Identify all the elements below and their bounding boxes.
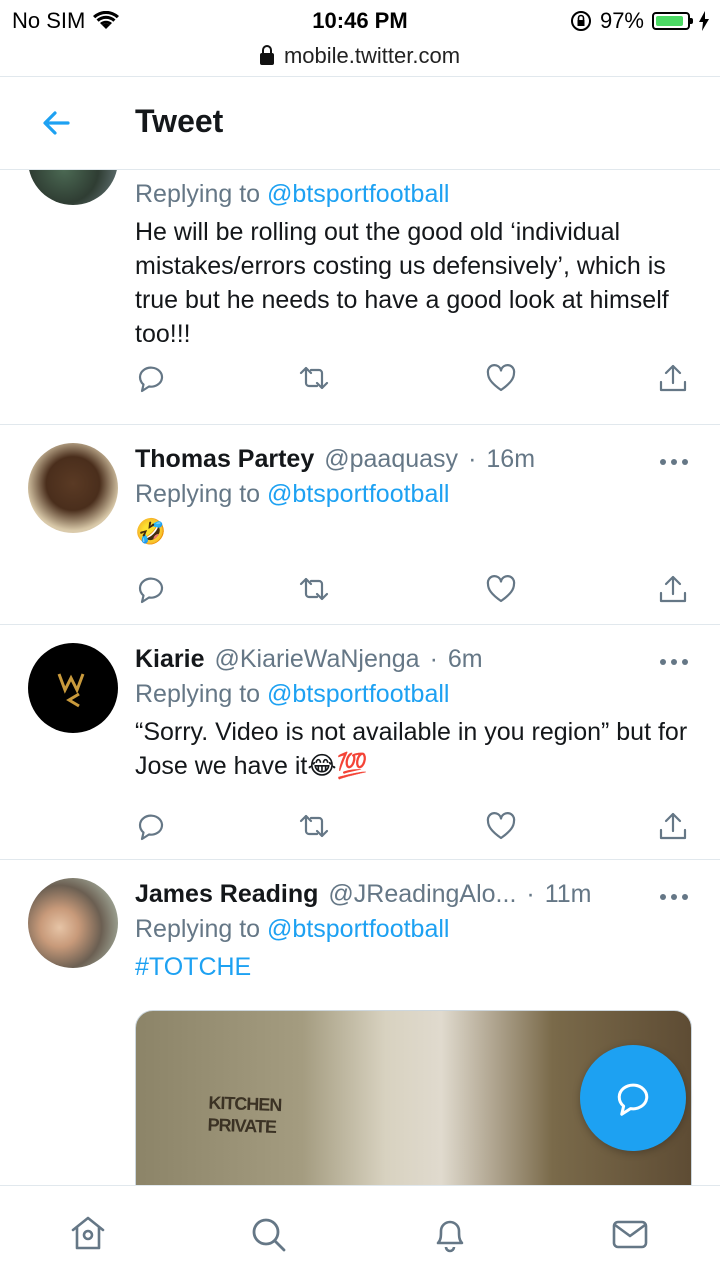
tweet-body: Thomas Partey @paaquasy · 16m Replying t… [135,445,688,549]
charging-icon [699,11,709,31]
separator-dot: · [526,880,535,908]
tweet-body: James Reading @JReadingAlo... · 11m Repl… [135,880,688,984]
tweet-item[interactable]: Kiarie @KiarieWaNjenga · 6m Replying to … [0,625,720,860]
separator-dot: · [468,445,477,473]
replying-to: Replying to @btsportfootball [135,915,688,944]
tweet-header: James Reading @JReadingAlo... · 11m [135,880,688,909]
replying-prefix: Replying to [135,915,261,943]
replying-prefix: Replying to [135,180,261,208]
more-options-icon[interactable] [658,892,690,902]
battery-fill [656,16,684,26]
avatar[interactable] [28,643,118,733]
url-text: mobile.twitter.com [283,43,461,68]
reply-icon[interactable] [135,362,167,394]
tweet-header: Kiarie @KiarieWaNjenga · 6m [135,645,688,674]
user-handle[interactable]: @KiarieWaNjenga [214,645,419,674]
heart-icon[interactable] [485,573,517,605]
more-options-icon[interactable] [658,657,690,667]
notifications-icon[interactable] [430,1214,470,1254]
tweet-body: Kiarie @KiarieWaNjenga · 6m Replying to … [135,645,688,783]
replying-to: Replying to @btsportfootball [135,680,688,709]
tweet-time[interactable]: 6m [448,645,483,674]
retweet-icon[interactable] [298,573,330,605]
lock-icon [259,45,274,65]
tweet-item[interactable]: Replying to @btsportfootball He will be … [0,170,720,425]
bottom-tab-bar [0,1185,720,1280]
browser-url-bar[interactable]: mobile.twitter.com [0,38,720,74]
tweet-actions [135,810,692,846]
share-icon[interactable] [657,573,689,605]
battery-icon [652,12,693,30]
tweet-text: He will be rolling out the good old ‘ind… [135,218,669,348]
display-name[interactable]: Kiarie [135,645,204,674]
tweet-time[interactable]: 16m [486,445,535,474]
battery-percent: 97% [599,8,644,33]
replying-prefix: Replying to [135,680,261,708]
mention-link[interactable]: @btsportfootball [267,480,449,508]
status-right: 97% [570,8,710,34]
mention-link[interactable]: @btsportfootball [267,680,449,708]
tweet-time[interactable]: 11m [545,880,592,909]
tweet-item[interactable]: Thomas Partey @paaquasy · 16m Replying t… [0,425,720,625]
page-header: Tweet [0,76,720,170]
page-title: Tweet [135,103,224,139]
separator-dot: · [429,645,438,673]
search-icon[interactable] [248,1214,288,1254]
compose-icon [617,1083,649,1116]
reply-icon[interactable] [135,573,167,605]
retweet-icon[interactable] [298,810,330,842]
hashtag-link[interactable]: #TOTCHE [135,950,688,984]
reply-icon[interactable] [135,810,167,842]
rotation-lock-icon [570,11,591,31]
replying-to: Replying to @btsportfootball [135,480,688,509]
display-name[interactable]: James Reading [135,880,318,909]
tweet-text: 🤣 [135,518,167,546]
display-name[interactable]: Thomas Partey [135,445,314,474]
avatar[interactable] [28,878,118,968]
avatar[interactable] [28,170,118,205]
replying-to: Replying to @btsportfootball [135,180,688,209]
heart-icon[interactable] [485,362,517,394]
mention-link[interactable]: @btsportfootball [267,180,449,208]
user-handle[interactable]: @paaquasy [324,445,458,474]
more-options-icon[interactable] [658,457,690,467]
messages-icon[interactable] [610,1214,650,1254]
heart-icon[interactable] [485,810,517,842]
share-icon[interactable] [657,810,689,842]
user-handle[interactable]: @JReadingAlo... [328,880,516,909]
status-bar: No SIM 10:46 PM 97% [0,0,720,40]
tweet-header: Thomas Partey @paaquasy · 16m [135,445,688,474]
mention-link[interactable]: @btsportfootball [267,915,449,943]
media-sign-text: KITCHEN PRIVATE [207,1092,282,1137]
share-icon[interactable] [657,362,689,394]
tweet-text: “Sorry. Video is not available in you re… [135,718,688,780]
compose-reply-button[interactable] [580,1045,686,1151]
home-icon[interactable] [68,1214,108,1254]
tweet-actions [135,362,692,398]
avatar-logo-icon [57,673,85,708]
replying-prefix: Replying to [135,480,261,508]
tweet-actions [135,573,692,609]
avatar[interactable] [28,443,118,533]
retweet-icon[interactable] [298,362,330,394]
back-arrow-icon[interactable] [38,105,74,141]
tweet-body: Replying to @btsportfootball He will be … [135,180,688,351]
tweet-feed[interactable]: Replying to @btsportfootball He will be … [0,170,720,1185]
